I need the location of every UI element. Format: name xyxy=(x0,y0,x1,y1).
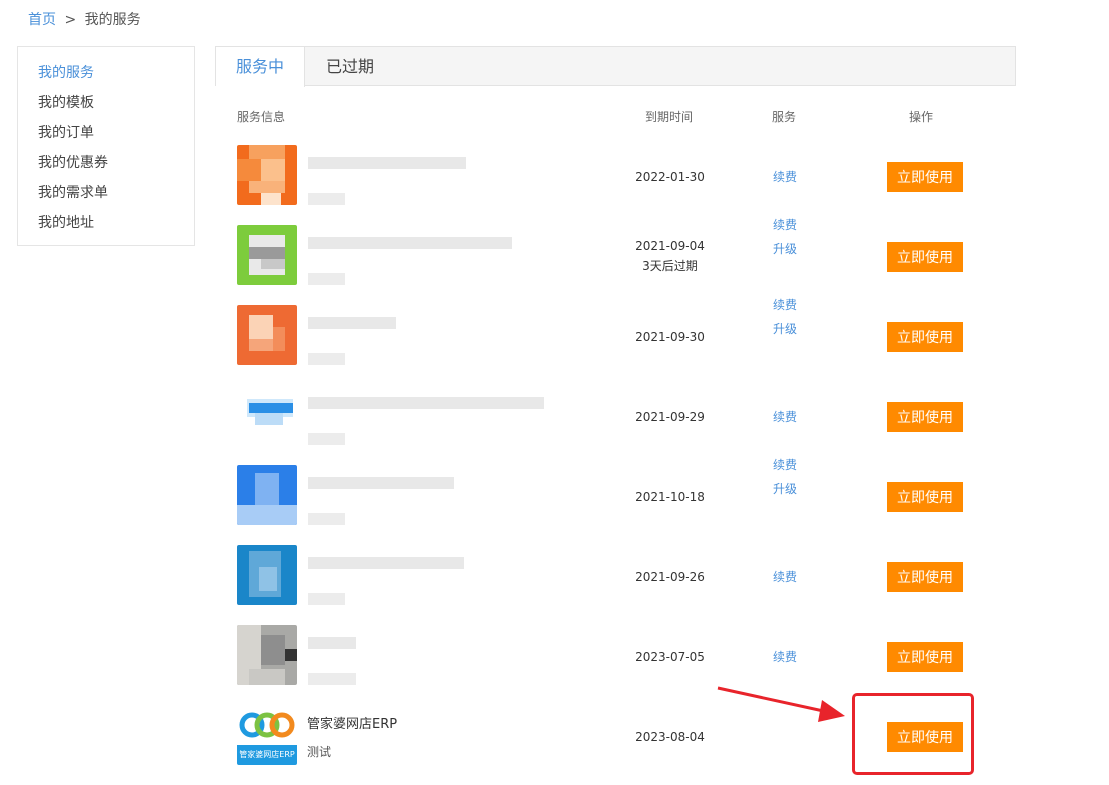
page: 首页 > 我的服务 我的服务 我的模板 我的订单 我的优惠券 我的需求单 我的地… xyxy=(0,0,1109,785)
annotation-arrow xyxy=(717,686,845,722)
annotation-highlight-box xyxy=(852,693,974,775)
